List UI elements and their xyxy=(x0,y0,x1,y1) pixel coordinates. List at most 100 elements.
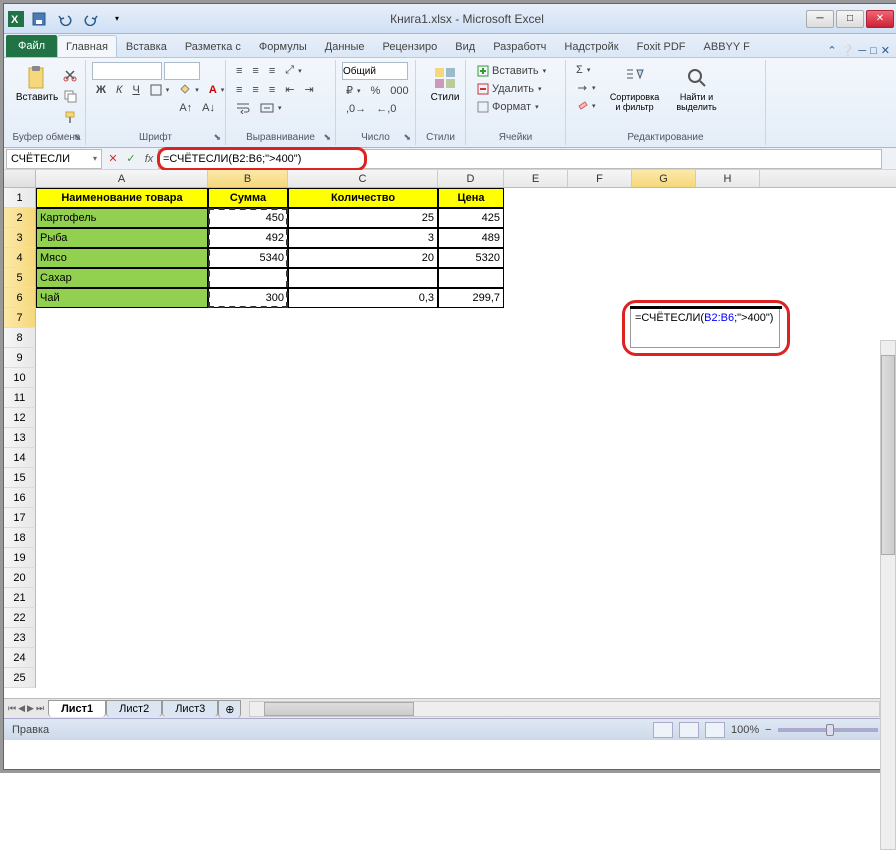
font-color-button[interactable]: A▾ xyxy=(205,82,228,98)
wrap-text-button[interactable] xyxy=(232,100,254,116)
underline-button[interactable]: Ч xyxy=(128,82,143,98)
merge-button[interactable]: ▾ xyxy=(256,100,286,116)
qat-save-button[interactable] xyxy=(28,8,50,30)
row-header-13[interactable]: 13 xyxy=(4,428,36,448)
row-header-15[interactable]: 15 xyxy=(4,468,36,488)
row-header-8[interactable]: 8 xyxy=(4,328,36,348)
minimize-button[interactable]: ─ xyxy=(806,10,834,28)
header-name[interactable]: Наименование товара xyxy=(36,188,208,208)
sheet-tab-1[interactable]: Лист1 xyxy=(48,700,106,717)
row-header-1[interactable]: 1 xyxy=(4,188,36,208)
align-right-button[interactable]: ≡ xyxy=(265,82,279,98)
horizontal-scrollbar[interactable] xyxy=(249,701,880,717)
qat-undo-button[interactable] xyxy=(54,8,76,30)
number-launcher[interactable]: ⬊ xyxy=(403,132,411,143)
copy-button[interactable] xyxy=(59,87,81,105)
cell-sum-2[interactable]: 450 xyxy=(208,208,288,228)
alignment-launcher[interactable]: ⬊ xyxy=(323,132,331,143)
tab-nav-next[interactable]: ▶ xyxy=(27,703,34,714)
row-header-10[interactable]: 10 xyxy=(4,368,36,388)
col-header-g[interactable]: G xyxy=(632,170,696,187)
row-header-12[interactable]: 12 xyxy=(4,408,36,428)
cell-name-3[interactable]: Рыба xyxy=(36,228,208,248)
page-layout-view-button[interactable] xyxy=(679,722,699,738)
cell-name-2[interactable]: Картофель xyxy=(36,208,208,228)
bold-button[interactable]: Ж xyxy=(92,82,110,98)
cancel-formula-button[interactable]: ✕ xyxy=(104,150,122,168)
row-header-19[interactable]: 19 xyxy=(4,548,36,568)
delete-cells-button[interactable]: Удалить▾ xyxy=(472,80,546,98)
col-header-c[interactable]: C xyxy=(288,170,438,187)
zoom-level[interactable]: 100% xyxy=(731,724,759,736)
close-button[interactable]: ✕ xyxy=(866,10,894,28)
cell-name-6[interactable]: Чай xyxy=(36,288,208,308)
cell-price-5[interactable] xyxy=(438,268,504,288)
row-header-7[interactable]: 7 xyxy=(4,308,36,328)
cell-name-5[interactable]: Сахар xyxy=(36,268,208,288)
cell-sum-3[interactable]: 492 xyxy=(208,228,288,248)
decrease-indent-button[interactable]: ⇤ xyxy=(281,81,298,98)
border-button[interactable]: ▾ xyxy=(146,82,174,98)
tab-nav-last[interactable]: ⏭ xyxy=(36,703,44,714)
name-box[interactable]: СЧЁТЕСЛИ▾ xyxy=(6,149,102,169)
normal-view-button[interactable] xyxy=(653,722,673,738)
font-size-select[interactable] xyxy=(164,62,200,80)
maximize-button[interactable]: □ xyxy=(836,10,864,28)
qat-redo-button[interactable] xyxy=(80,8,102,30)
italic-button[interactable]: К xyxy=(112,82,126,98)
align-center-button[interactable]: ≡ xyxy=(248,82,262,98)
col-header-f[interactable]: F xyxy=(568,170,632,187)
tab-foxit[interactable]: Foxit PDF xyxy=(628,35,695,57)
cell-name-4[interactable]: Мясо xyxy=(36,248,208,268)
row-header-21[interactable]: 21 xyxy=(4,588,36,608)
cell-qty-3[interactable]: 3 xyxy=(288,228,438,248)
ribbon-minimize-button[interactable]: ⌃ xyxy=(827,44,836,57)
sheet-tab-2[interactable]: Лист2 xyxy=(106,700,162,717)
cell-price-6[interactable]: 299,7 xyxy=(438,288,504,308)
sheet-tab-3[interactable]: Лист3 xyxy=(162,700,218,717)
col-header-h[interactable]: H xyxy=(696,170,760,187)
row-header-11[interactable]: 11 xyxy=(4,388,36,408)
enter-formula-button[interactable]: ✓ xyxy=(122,150,140,168)
tab-data[interactable]: Данные xyxy=(316,35,374,57)
cut-button[interactable] xyxy=(59,66,81,84)
clipboard-launcher[interactable]: ⬊ xyxy=(73,132,81,143)
vertical-scrollbar[interactable] xyxy=(880,340,896,850)
row-header-17[interactable]: 17 xyxy=(4,508,36,528)
cell-editor-overlay[interactable]: =СЧЁТЕСЛИ(B2:B6;">400") xyxy=(630,308,780,348)
help-button[interactable]: ❔ xyxy=(841,44,855,57)
cell-price-4[interactable]: 5320 xyxy=(438,248,504,268)
fill-color-button[interactable]: ▾ xyxy=(175,82,203,98)
row-header-18[interactable]: 18 xyxy=(4,528,36,548)
fill-button[interactable]: ▾ xyxy=(572,80,600,96)
tab-insert[interactable]: Вставка xyxy=(117,35,176,57)
insert-cells-button[interactable]: Вставить▾ xyxy=(472,62,550,80)
fx-button[interactable]: fx xyxy=(140,150,158,168)
doc-minimize-button[interactable]: ─ xyxy=(858,45,866,57)
cells-area[interactable]: Наименование товараСуммаКоличествоЦенаКа… xyxy=(36,188,896,698)
tab-nav-prev[interactable]: ◀ xyxy=(18,703,25,714)
tab-review[interactable]: Рецензиро xyxy=(374,35,447,57)
header-sum[interactable]: Сумма xyxy=(208,188,288,208)
row-header-25[interactable]: 25 xyxy=(4,668,36,688)
row-header-20[interactable]: 20 xyxy=(4,568,36,588)
format-painter-button[interactable] xyxy=(59,108,81,126)
doc-restore-button[interactable]: □ xyxy=(870,45,877,57)
tab-page-layout[interactable]: Разметка с xyxy=(176,35,250,57)
row-header-14[interactable]: 14 xyxy=(4,448,36,468)
qat-customize-button[interactable]: ▾ xyxy=(106,8,128,30)
cell-sum-4[interactable]: 5340 xyxy=(208,248,288,268)
number-format-select[interactable] xyxy=(342,62,408,80)
tab-abbyy[interactable]: ABBYY F xyxy=(695,35,759,57)
row-header-23[interactable]: 23 xyxy=(4,628,36,648)
cell-qty-5[interactable] xyxy=(288,268,438,288)
row-header-5[interactable]: 5 xyxy=(4,268,36,288)
autosum-button[interactable]: Σ▾ xyxy=(572,62,600,78)
col-header-a[interactable]: A xyxy=(36,170,208,187)
row-header-22[interactable]: 22 xyxy=(4,608,36,628)
row-header-4[interactable]: 4 xyxy=(4,248,36,268)
tab-developer[interactable]: Разработч xyxy=(484,35,555,57)
align-left-button[interactable]: ≡ xyxy=(232,82,246,98)
new-sheet-button[interactable]: ⊕ xyxy=(218,700,241,718)
font-launcher[interactable]: ⬊ xyxy=(213,132,221,143)
